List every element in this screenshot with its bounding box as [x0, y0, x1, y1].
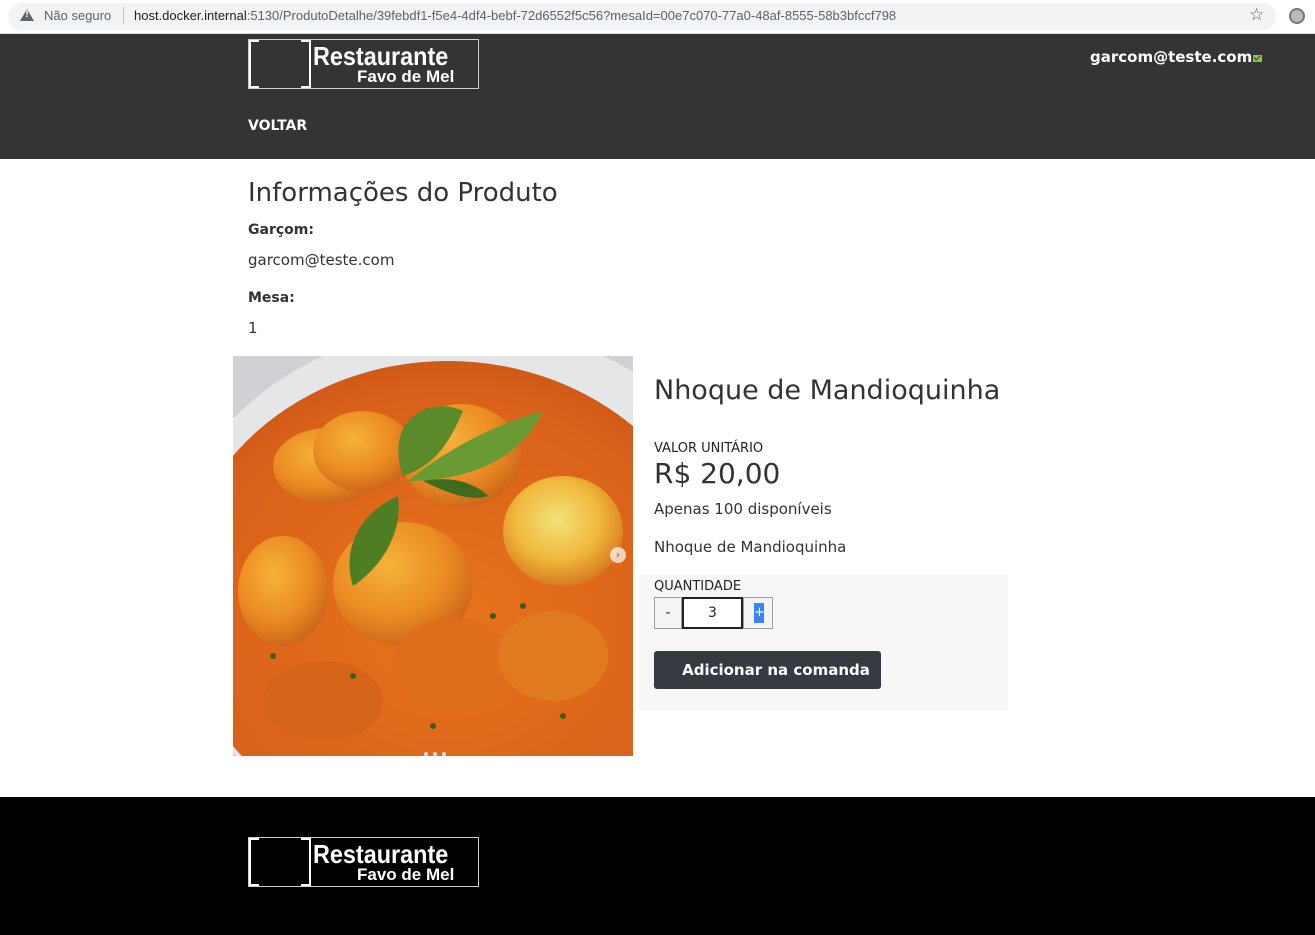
logo-bracket-right [301, 838, 311, 886]
page-title: Informações do Produto [248, 178, 558, 208]
warning-icon[interactable] [20, 9, 34, 21]
carousel-dot[interactable] [424, 752, 428, 756]
logo-bracket-right [301, 40, 311, 88]
product-image [233, 356, 633, 756]
not-secure-label[interactable]: Não seguro [44, 8, 111, 23]
quantity-increment-button[interactable]: + [743, 597, 773, 629]
logo-bracket-left [249, 838, 259, 886]
url-host: host.docker.internal [134, 8, 247, 23]
carousel-dot[interactable] [442, 752, 446, 756]
quantity-label: QUANTIDADE [654, 579, 742, 594]
stock-info: Apenas 100 disponíveis [654, 500, 832, 518]
extension-icon[interactable] [1289, 8, 1305, 24]
address-separator [123, 7, 124, 24]
user-email[interactable]: garcom@teste.com [1090, 48, 1252, 66]
add-to-order-button[interactable]: Adicionar na comanda [654, 651, 881, 689]
url-text[interactable]: host.docker.internal:5130/ProdutoDetalhe… [134, 8, 896, 23]
mail-check-icon [1253, 55, 1262, 62]
star-icon[interactable]: ☆ [1249, 5, 1264, 25]
waiter-label: Garçom: [248, 222, 314, 238]
table-label: Mesa: [248, 290, 295, 306]
carousel-indicators[interactable] [424, 741, 451, 760]
waiter-value: garcom@teste.com [248, 251, 395, 269]
product-name: Nhoque de Mandioquinha [654, 375, 1001, 406]
url-path: :5130/ProdutoDetalhe/39febdf1-f5e4-4df4-… [246, 8, 897, 23]
browser-address-bar: Não seguro host.docker.internal:5130/Pro… [0, 0, 1315, 34]
logo-bracket-left [249, 40, 259, 88]
footer-logo[interactable]: Restaurante Favo de Mel [248, 837, 479, 887]
logo-subtitle: Favo de Mel [357, 865, 455, 884]
quantity-input[interactable] [682, 597, 743, 629]
unit-price-label: VALOR UNITÁRIO [654, 441, 764, 456]
carousel-dot[interactable] [433, 752, 437, 756]
site-footer: Restaurante Favo de Mel [0, 797, 1315, 935]
site-header: Restaurante Favo de Mel garcom@teste.com… [0, 34, 1315, 159]
product-description: Nhoque de Mandioquinha [654, 538, 847, 556]
header-logo[interactable]: Restaurante Favo de Mel [248, 39, 479, 89]
table-value: 1 [248, 319, 258, 337]
chevron-right-icon[interactable]: › [610, 547, 626, 563]
logo-subtitle: Favo de Mel [357, 67, 455, 86]
quantity-increment-label: + [754, 603, 765, 623]
quantity-panel [639, 575, 1008, 710]
gnocchi-dish-illustration [233, 356, 633, 756]
product-price: R$ 20,00 [654, 457, 781, 490]
quantity-decrement-button[interactable]: - [654, 597, 682, 629]
back-link[interactable]: VOLTAR [248, 118, 307, 134]
